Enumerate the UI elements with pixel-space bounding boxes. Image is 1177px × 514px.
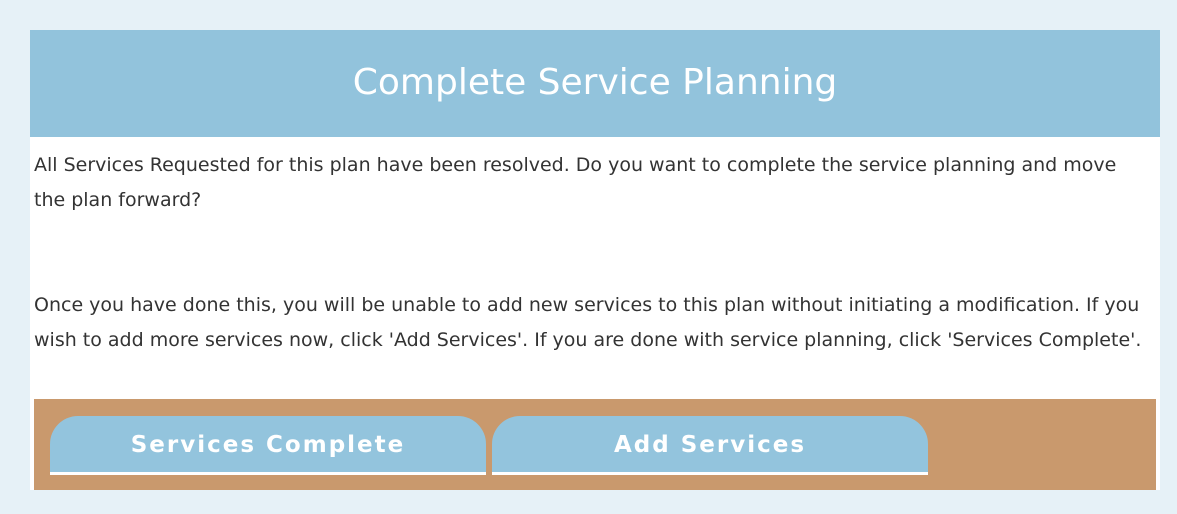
action-bar: Services Complete Add Services xyxy=(34,399,1156,490)
services-complete-button[interactable]: Services Complete xyxy=(50,416,486,475)
instructions-message: Once you have done this, you will be una… xyxy=(34,294,1142,351)
dialog-header: Complete Service Planning xyxy=(30,30,1160,137)
add-services-button[interactable]: Add Services xyxy=(492,416,928,475)
resolution-message: All Services Requested for this plan hav… xyxy=(34,154,1117,211)
dialog-body: All Services Requested for this plan hav… xyxy=(34,137,1156,399)
complete-service-planning-dialog: Complete Service Planning All Services R… xyxy=(30,30,1160,490)
dialog-title: Complete Service Planning xyxy=(352,62,838,103)
